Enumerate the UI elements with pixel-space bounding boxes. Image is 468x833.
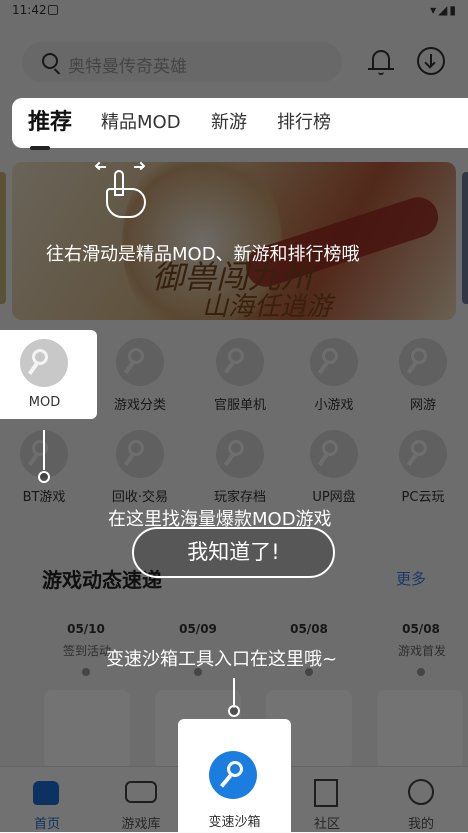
category-label: 小游戏: [314, 398, 354, 413]
key-icon: [216, 430, 264, 478]
nav-me[interactable]: 我的: [374, 767, 468, 833]
news-date: 05/09: [179, 622, 217, 636]
key-icon: [209, 751, 257, 799]
sandbox-tip: 变速沙箱工具入口在这里哦~: [106, 649, 338, 670]
banner-next-peek[interactable]: [462, 172, 468, 304]
tab-new-games[interactable]: 新游: [211, 108, 247, 134]
nav-game-library[interactable]: 游戏库: [94, 767, 188, 833]
mod-highlight[interactable]: MOD: [0, 330, 97, 419]
nav-community[interactable]: 社区: [280, 767, 374, 833]
category-label: 网游: [409, 398, 436, 413]
swipe-tip: 往右滑动是精品MOD、新游和排行榜哦: [46, 244, 360, 265]
nav-speed-sandbox[interactable]: 变速沙箱: [178, 719, 291, 832]
tab-ranking[interactable]: 排行榜: [277, 108, 331, 134]
key-icon: [310, 338, 358, 386]
key-icon: [310, 430, 358, 478]
download-icon[interactable]: [417, 47, 445, 75]
nav-label: 社区: [313, 817, 340, 832]
category-label: 官服单机: [213, 398, 266, 413]
building-icon: [314, 779, 338, 807]
guide-pointer: [233, 678, 235, 708]
key-icon: [20, 339, 68, 387]
category-label: BT游戏: [22, 490, 66, 505]
tab-mod[interactable]: 精品MOD: [101, 108, 181, 134]
news-card[interactable]: [44, 690, 130, 770]
nav-label: 我的: [407, 817, 434, 832]
nav-label: 变速沙箱: [208, 815, 261, 830]
category-online-games[interactable]: 网游: [383, 332, 463, 413]
gamepad-icon: [125, 781, 157, 803]
key-icon: [399, 338, 447, 386]
key-icon: [116, 430, 164, 478]
news-desc: 游戏首发: [397, 644, 446, 658]
tab-indicator: [30, 146, 50, 150]
nav-home[interactable]: 首页: [0, 767, 94, 833]
news-date: 05/08: [290, 622, 328, 636]
category-player-saves[interactable]: 玩家存档: [200, 424, 280, 505]
category-recycle-trade[interactable]: 回收·交易: [100, 424, 180, 505]
banner-prev-peek[interactable]: [0, 172, 6, 304]
category-pc-cloud[interactable]: PC云玩: [383, 424, 463, 505]
avatar-icon: [408, 779, 434, 805]
banner-title-2: 山海任逍游: [202, 292, 333, 320]
category-mini-games[interactable]: 小游戏: [294, 332, 374, 413]
category-label: 游戏分类: [113, 398, 166, 413]
search-bar[interactable]: 奥特曼传奇英雄: [22, 42, 342, 82]
bell-icon[interactable]: [368, 46, 394, 76]
nav-label: 首页: [33, 817, 60, 832]
category-up-drive[interactable]: UP网盘: [294, 424, 374, 505]
home-icon: [33, 781, 59, 805]
status-time: 11:42: [12, 3, 47, 17]
search-icon-handle: [53, 68, 61, 75]
tab-bar: 推荐 精品MOD 新游 排行榜: [12, 98, 468, 148]
guide-pointer: [43, 430, 45, 470]
timeline-dot: [82, 668, 90, 676]
mod-label: MOD: [28, 395, 61, 410]
category-game-types[interactable]: 游戏分类: [100, 332, 180, 413]
nav-label: 游戏库: [121, 817, 161, 832]
news-card[interactable]: [377, 690, 463, 770]
notification-icon: [48, 5, 58, 15]
news-date: 05/08: [402, 622, 440, 636]
news-date: 05/10: [67, 622, 105, 636]
key-icon: [216, 338, 264, 386]
category-label: PC云玩: [401, 490, 445, 505]
more-link[interactable]: 更多: [396, 568, 426, 589]
guide-pointer-dot: [38, 471, 50, 483]
guide-pointer-dot: [228, 705, 240, 717]
category-label: 回收·交易: [111, 490, 169, 505]
tab-recommend[interactable]: 推荐: [28, 104, 72, 136]
category-label: 玩家存档: [213, 490, 266, 505]
swipe-hand-icon: [94, 161, 152, 220]
key-icon: [116, 338, 164, 386]
status-bar: 11:42 ▾◢▮: [0, 0, 468, 22]
search-placeholder: 奥特曼传奇英雄: [68, 57, 187, 77]
timeline-dot: [417, 668, 425, 676]
search-icon: [42, 53, 58, 69]
category-label: UP网盘: [312, 490, 356, 505]
category-official-single[interactable]: 官服单机: [200, 332, 280, 413]
got-it-button[interactable]: 我知道了!: [132, 527, 335, 578]
status-icons: ▾◢▮: [430, 3, 458, 17]
key-icon: [399, 430, 447, 478]
